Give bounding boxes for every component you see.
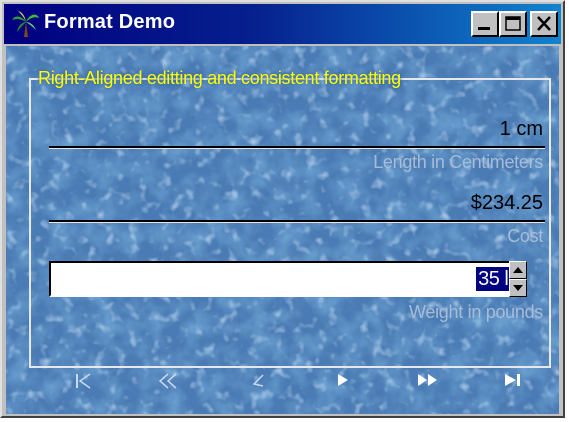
previous-record-icon <box>252 374 264 387</box>
window-title: Format Demo <box>44 11 176 33</box>
format-groupbox <box>29 78 551 368</box>
palm-tree-icon[interactable] <box>10 10 40 38</box>
length-caption: Length in Centimeters <box>373 152 543 172</box>
arrow-up-icon <box>513 267 523 273</box>
close-button[interactable] <box>530 11 558 37</box>
maximize-icon <box>505 16 521 31</box>
weight-input[interactable]: 35 lb <box>49 261 525 297</box>
groupbox-title: Right-Aligned editting and consistent fo… <box>38 68 401 88</box>
app-window: Format Demo Right-Aligned editting and c… <box>0 0 565 418</box>
cost-field[interactable]: $234.25 <box>471 192 543 215</box>
next-record-icon <box>338 374 348 386</box>
minimize-button[interactable] <box>471 11 499 37</box>
next-page-button[interactable] <box>411 368 445 394</box>
title-bar[interactable]: Format Demo <box>4 4 561 44</box>
spin-up-button[interactable] <box>509 261 527 279</box>
spin-down-button[interactable] <box>509 279 527 297</box>
first-record-button[interactable] <box>66 368 100 394</box>
last-record-button[interactable] <box>496 368 530 394</box>
minimize-icon <box>478 27 490 30</box>
arrow-down-icon <box>513 285 523 291</box>
previous-page-button[interactable] <box>151 368 185 394</box>
previous-page-icon <box>158 373 177 389</box>
cost-underline <box>49 220 545 223</box>
cost-caption: Cost <box>507 226 543 246</box>
maximize-button[interactable] <box>499 11 527 37</box>
close-icon <box>537 16 551 31</box>
form-client-area: Right-Aligned editting and consistent fo… <box>6 46 559 414</box>
next-record-button[interactable] <box>326 368 360 394</box>
length-underline <box>49 146 545 149</box>
first-record-icon <box>76 373 91 389</box>
last-record-icon <box>505 374 520 386</box>
next-page-icon <box>418 374 437 386</box>
weight-caption: Weight in pounds <box>409 302 543 322</box>
weight-spinner[interactable] <box>509 261 527 297</box>
previous-record-button[interactable] <box>241 368 275 394</box>
length-field[interactable]: 1 cm <box>500 118 543 141</box>
